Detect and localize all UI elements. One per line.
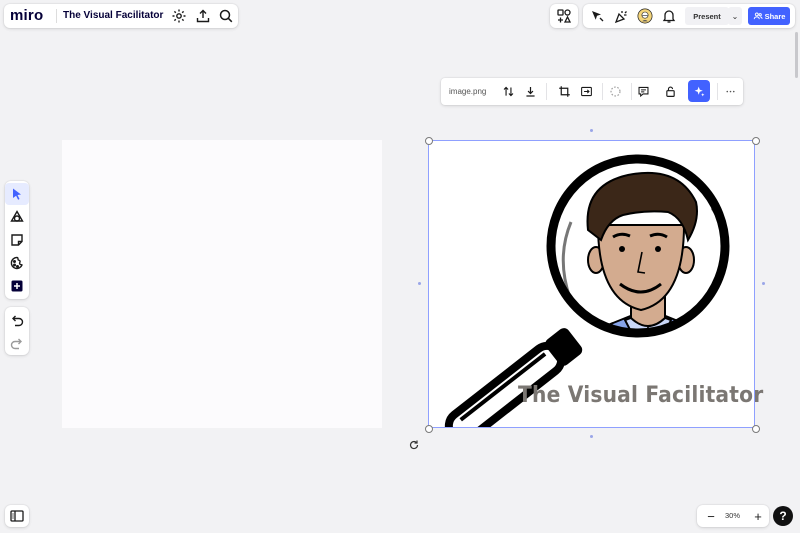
rotate-handle-icon[interactable] bbox=[408, 438, 420, 450]
sticky-note-icon[interactable] bbox=[5, 229, 29, 251]
image-filename: image.png bbox=[449, 87, 487, 96]
shapes-tool-icon[interactable] bbox=[5, 206, 29, 228]
vertical-scrollbar[interactable] bbox=[795, 32, 798, 78]
bell-icon[interactable] bbox=[657, 4, 681, 28]
resize-handle-top-right[interactable] bbox=[752, 137, 760, 145]
header-divider bbox=[56, 9, 57, 23]
toolbar-divider bbox=[602, 83, 603, 100]
apps-shapes-icon[interactable] bbox=[552, 4, 576, 28]
history-toolbar bbox=[5, 307, 29, 355]
left-toolbar bbox=[5, 181, 29, 299]
search-icon[interactable] bbox=[214, 4, 238, 28]
comment-icon[interactable] bbox=[632, 80, 654, 102]
resize-handle-bottom-left[interactable] bbox=[425, 425, 433, 433]
collaboration-panel: Present ⌄ Share bbox=[583, 4, 795, 28]
chevron-down-icon[interactable]: ⌄ bbox=[728, 7, 742, 25]
sidebar-toggle-icon[interactable] bbox=[5, 504, 29, 528]
replace-image-icon[interactable] bbox=[497, 80, 519, 102]
miro-logo[interactable]: miro bbox=[10, 7, 43, 24]
zoom-in-button[interactable]: + bbox=[746, 504, 770, 528]
board-title[interactable]: The Visual Facilitator bbox=[63, 10, 163, 21]
image-adjust-icon[interactable] bbox=[575, 80, 597, 102]
ai-sparkle-icon[interactable] bbox=[688, 80, 710, 102]
image-caption-text: The Visual Facilitator bbox=[518, 383, 764, 408]
board-header: miro The Visual Facilitator bbox=[4, 4, 238, 28]
present-button[interactable]: Present bbox=[685, 7, 729, 25]
more-options-icon[interactable] bbox=[719, 80, 741, 102]
templates-icon[interactable] bbox=[5, 252, 29, 274]
avatar[interactable] bbox=[633, 4, 657, 28]
toolbar-divider bbox=[546, 83, 547, 100]
resize-handle-top-left[interactable] bbox=[425, 137, 433, 145]
users-icon bbox=[753, 12, 763, 20]
gear-icon[interactable] bbox=[167, 4, 191, 28]
share-label: Share bbox=[764, 11, 786, 21]
zoom-out-button[interactable]: − bbox=[699, 504, 723, 528]
toolbar-divider bbox=[717, 83, 718, 100]
apps-panel bbox=[550, 4, 578, 28]
image-context-toolbar: image.png bbox=[441, 78, 743, 105]
crop-icon[interactable] bbox=[553, 80, 575, 102]
undo-icon[interactable] bbox=[5, 309, 29, 331]
redo-icon[interactable] bbox=[5, 332, 29, 354]
connector-dot-bottom[interactable] bbox=[590, 435, 593, 438]
connector-dot-left[interactable] bbox=[418, 282, 421, 285]
download-icon[interactable] bbox=[519, 80, 541, 102]
celebrate-icon[interactable] bbox=[609, 4, 633, 28]
zoom-level[interactable]: 30% bbox=[725, 511, 740, 520]
lock-icon[interactable] bbox=[659, 80, 681, 102]
connector-dot-right[interactable] bbox=[762, 282, 765, 285]
zoom-controls: − 30% + bbox=[697, 505, 769, 527]
share-button[interactable]: Share bbox=[748, 7, 790, 25]
connector-dot-top[interactable] bbox=[590, 129, 593, 132]
add-more-icon[interactable] bbox=[5, 275, 29, 297]
border-style-icon[interactable] bbox=[604, 80, 626, 102]
upload-icon[interactable] bbox=[191, 4, 215, 28]
help-button[interactable]: ? bbox=[773, 506, 793, 526]
select-tool-icon[interactable] bbox=[5, 183, 29, 205]
cursor-reaction-icon[interactable] bbox=[585, 4, 609, 28]
board-frame[interactable] bbox=[62, 140, 382, 428]
resize-handle-bottom-right[interactable] bbox=[752, 425, 760, 433]
frames-panel bbox=[5, 505, 29, 527]
